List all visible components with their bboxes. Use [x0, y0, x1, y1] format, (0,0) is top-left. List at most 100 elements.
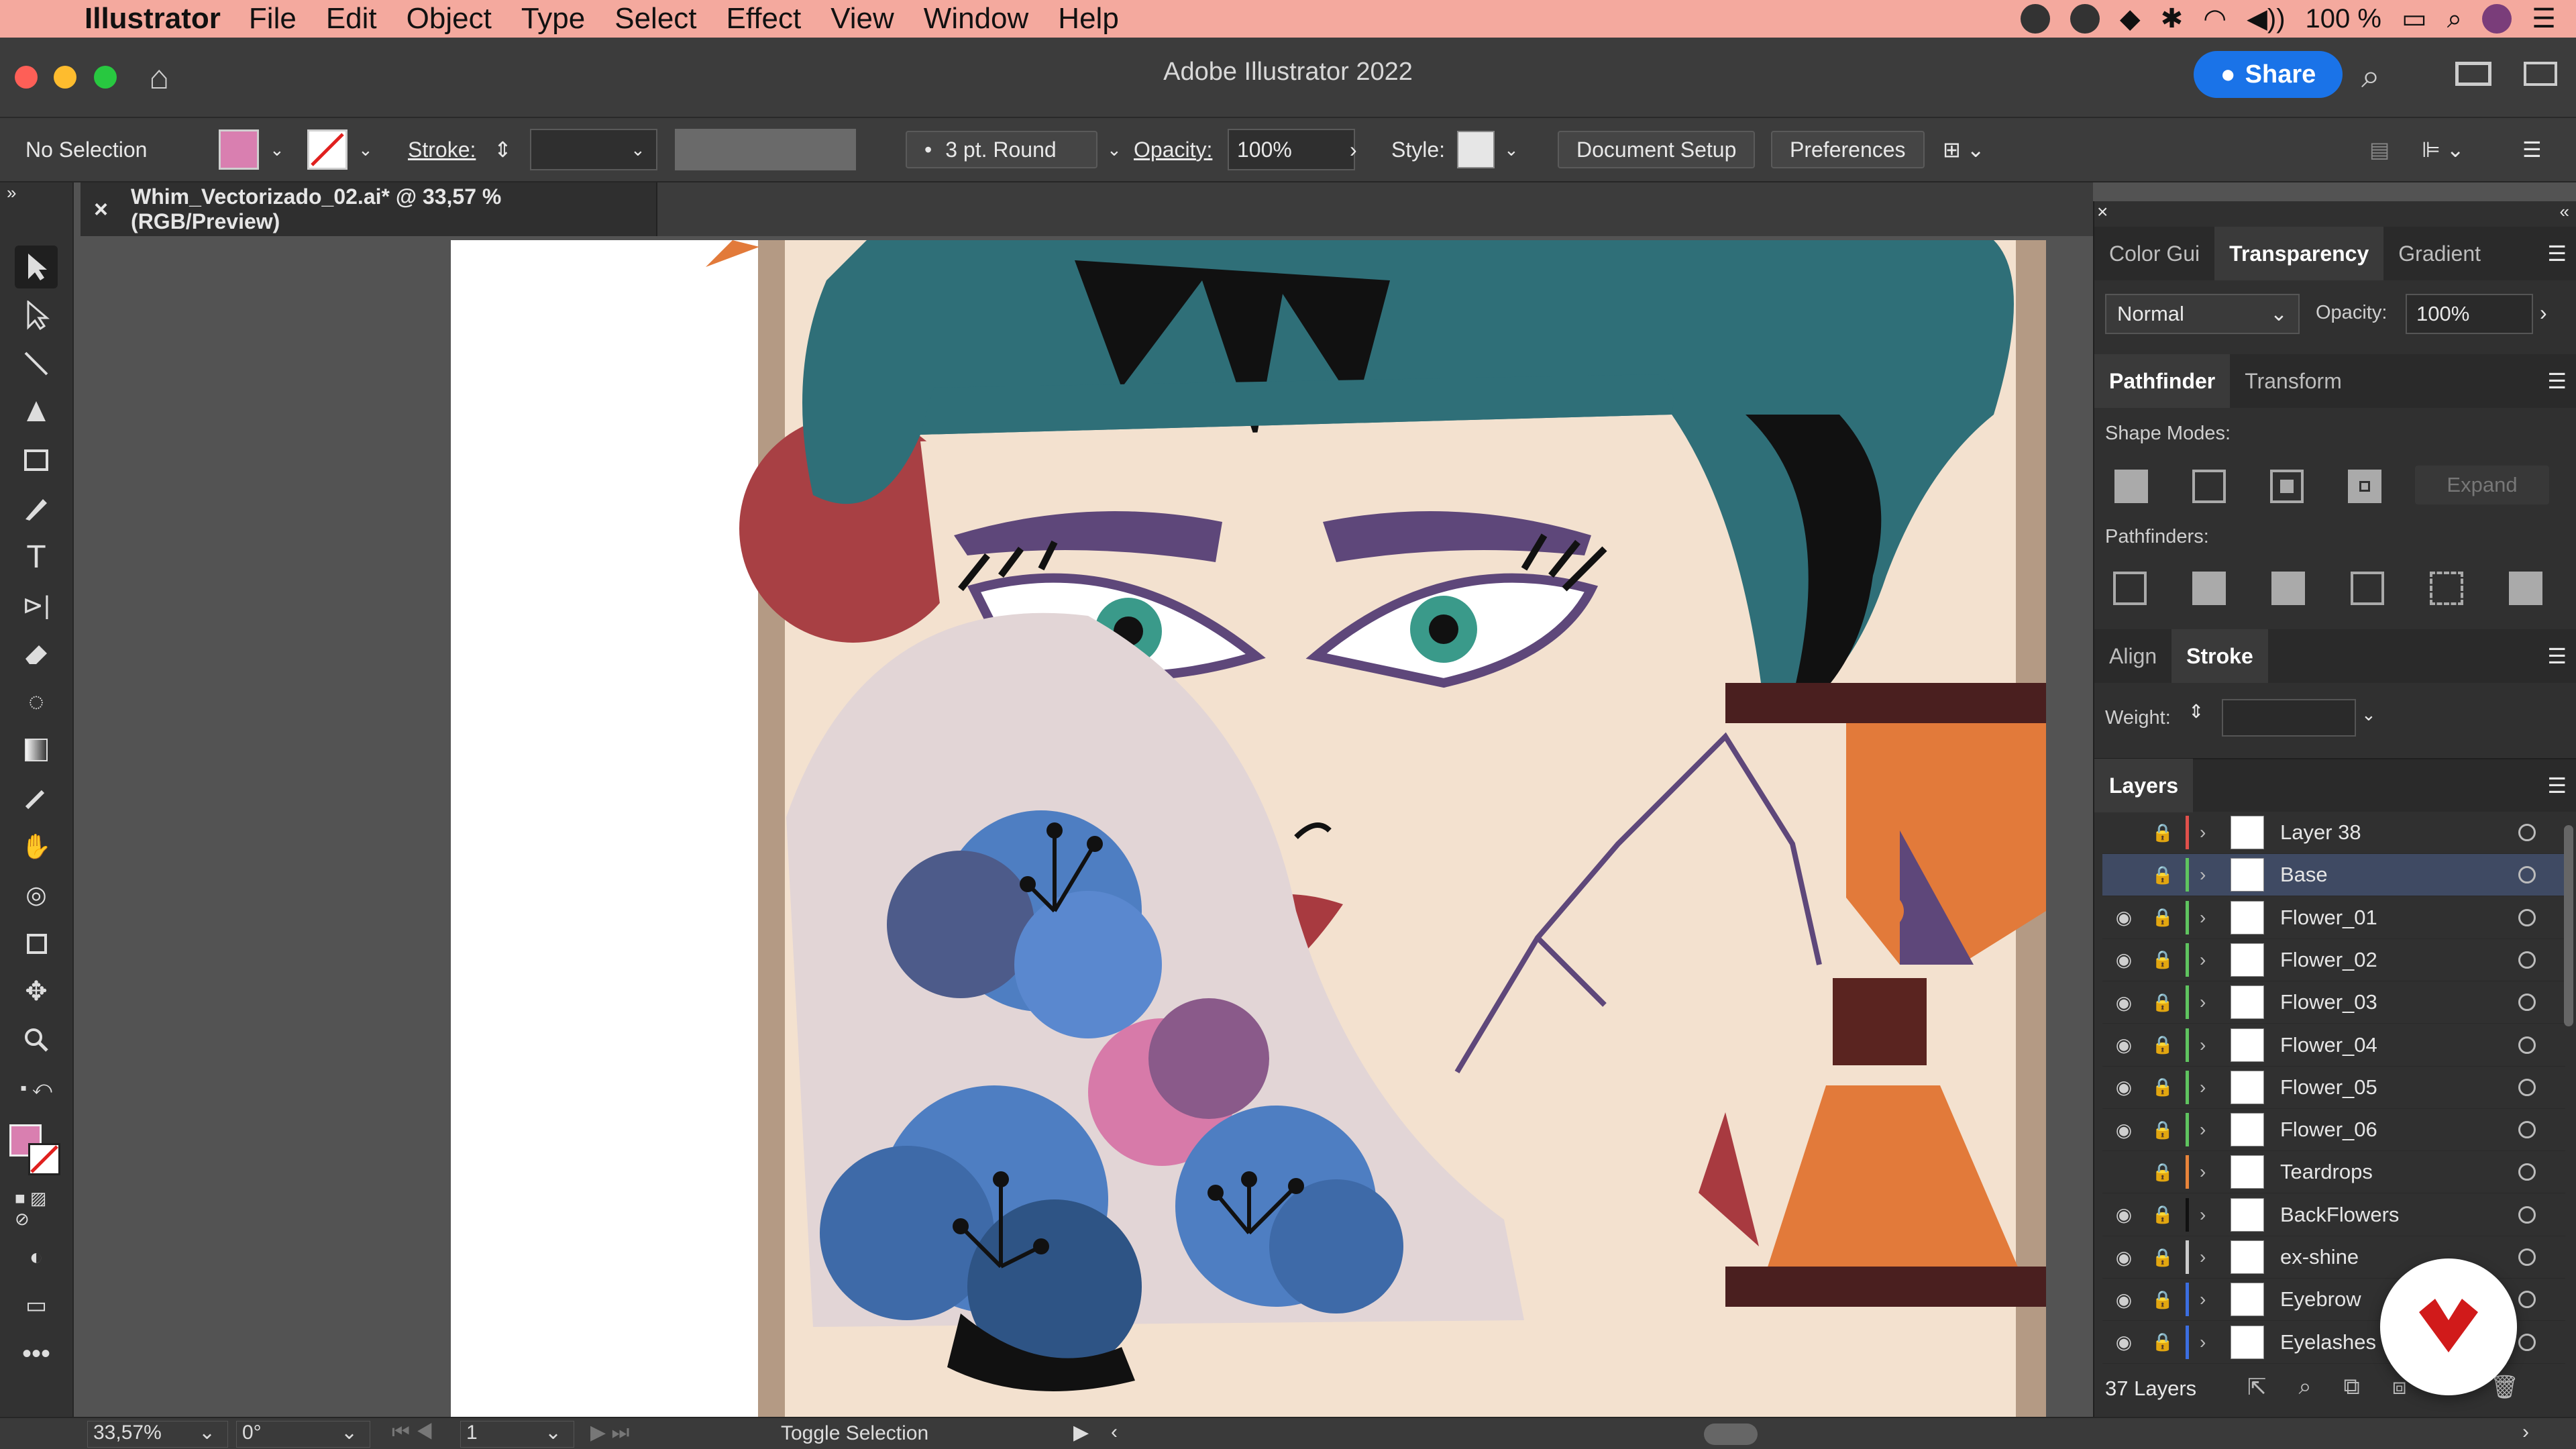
expand-layer-chevron-icon[interactable]: › [2200, 949, 2220, 971]
close-tab-icon[interactable]: × [94, 195, 108, 223]
artwork-illustration[interactable] [451, 240, 2046, 1418]
visibility-eye-icon[interactable]: ◉ [2110, 949, 2137, 971]
draw-mode-icon[interactable]: ◐ [15, 1236, 58, 1279]
wifi-icon[interactable]: ◠ [2203, 3, 2226, 34]
trim-icon[interactable] [2192, 572, 2226, 605]
crop-icon[interactable] [2351, 572, 2384, 605]
volume-icon[interactable]: ◀)) [2247, 3, 2285, 34]
weight-chevron-icon[interactable]: ⌄ [2361, 704, 2376, 725]
layer-name[interactable]: Flower_04 [2280, 1033, 2455, 1057]
menu-file[interactable]: File [249, 2, 297, 36]
selection-tool-icon[interactable] [15, 246, 58, 288]
layer-target-icon[interactable] [2518, 866, 2536, 884]
default-colors-icon[interactable]: ▪ ⤺ [15, 1067, 58, 1110]
spotlight-icon[interactable]: ⌕ [2447, 4, 2462, 34]
merge-icon[interactable] [2271, 572, 2305, 605]
screen-mode-icon[interactable]: ▭ [15, 1284, 58, 1327]
layer-target-icon[interactable] [2518, 1205, 2536, 1224]
fill-swatch[interactable] [219, 129, 259, 170]
control-menu-icon[interactable]: ☰ [2522, 129, 2542, 170]
stroke-dropdown-chevron-icon[interactable]: ⌄ [358, 140, 373, 160]
expand-layer-chevron-icon[interactable]: › [2200, 864, 2220, 885]
expand-layer-chevron-icon[interactable]: › [2200, 1289, 2220, 1310]
exclude-icon[interactable] [2348, 470, 2381, 503]
pen-tool-icon[interactable] [15, 390, 58, 433]
locate-object-icon[interactable]: ⌕ [2299, 1374, 2312, 1401]
expand-layer-chevron-icon[interactable]: › [2200, 1034, 2220, 1056]
make-clipping-mask-icon[interactable]: ⧉ [2344, 1374, 2360, 1401]
opacity-arrow-icon[interactable]: › [1350, 129, 1357, 170]
variable-width-profile[interactable] [675, 129, 856, 170]
tab-align[interactable]: Align [2094, 629, 2171, 683]
unite-icon[interactable] [2114, 470, 2148, 503]
distribute-icon[interactable]: ⊫ ⌄ [2422, 129, 2465, 170]
lock-icon[interactable]: 🔒 [2149, 1162, 2176, 1183]
tab-stroke[interactable]: Stroke [2171, 629, 2268, 683]
layer-name[interactable]: Flower_06 [2280, 1118, 2455, 1142]
layer-row[interactable]: 🔒 › Base [2102, 854, 2565, 897]
intersect-icon[interactable] [2270, 470, 2304, 503]
layer-target-icon[interactable] [2518, 1121, 2536, 1139]
collapse-panel-icon[interactable]: « [2560, 201, 2569, 222]
panel-menu-icon[interactable]: ☰ [2547, 241, 2567, 266]
tab-transparency[interactable]: Transparency [2214, 227, 2384, 280]
layer-row[interactable]: ◉ 🔒 › Flower_02 [2102, 939, 2565, 981]
expand-layer-chevron-icon[interactable]: › [2200, 822, 2220, 843]
color-mode-icons[interactable]: ■ ▨ ⊘ [15, 1187, 58, 1230]
layer-target-icon[interactable] [2518, 994, 2536, 1012]
expand-layer-chevron-icon[interactable]: › [2200, 1332, 2220, 1353]
battery-icon[interactable]: ▭ [2402, 3, 2427, 34]
lasso-tool-icon[interactable]: ◌ [15, 680, 58, 723]
expand-layer-chevron-icon[interactable]: › [2200, 907, 2220, 928]
layer-row[interactable]: ◉ 🔒 › BackFlowers [2102, 1194, 2565, 1236]
layer-row[interactable]: ◉ 🔒 › Flower_04 [2102, 1024, 2565, 1067]
layer-name[interactable]: Flower_02 [2280, 948, 2455, 972]
minus-front-icon[interactable] [2192, 470, 2226, 503]
preferences-button[interactable]: Preferences [1771, 131, 1925, 168]
lock-icon[interactable]: 🔒 [2149, 1077, 2176, 1097]
scroll-left-icon[interactable]: ‹ [1111, 1421, 1118, 1444]
layer-target-icon[interactable] [2518, 1036, 2536, 1054]
menu-window[interactable]: Window [924, 2, 1029, 36]
layers-menu-icon[interactable]: ☰ [2547, 773, 2567, 798]
eraser-tool-icon[interactable] [15, 632, 58, 675]
document-setup-button[interactable]: Document Setup [1558, 131, 1756, 168]
hand-tool-icon[interactable]: ✥ [15, 970, 58, 1013]
expand-layer-chevron-icon[interactable]: › [2200, 1246, 2220, 1268]
zoom-tool-icon[interactable] [15, 1018, 58, 1061]
visibility-eye-icon[interactable]: ◉ [2110, 1034, 2137, 1056]
lock-icon[interactable]: 🔒 [2149, 1034, 2176, 1055]
rectangle-tool-icon[interactable] [15, 439, 58, 482]
horizontal-scrollbar[interactable] [1704, 1424, 1758, 1445]
panel-opacity-field[interactable]: 100% [2406, 294, 2533, 334]
visibility-eye-icon[interactable]: ◉ [2110, 1119, 2137, 1141]
direct-selection-tool-icon[interactable] [15, 294, 58, 337]
expand-layer-chevron-icon[interactable]: › [2200, 1077, 2220, 1098]
line-tool-icon[interactable] [15, 342, 58, 385]
brush-chevron-icon[interactable]: ⌄ [1107, 140, 1122, 160]
menu-view[interactable]: View [830, 2, 894, 36]
layer-target-icon[interactable] [2518, 1291, 2536, 1309]
stroke-swatch[interactable] [307, 129, 347, 170]
artboard-chevron-icon[interactable]: ⌄ [545, 1421, 561, 1444]
layer-row[interactable]: 🔒 › Layer 38 [2102, 812, 2565, 854]
visibility-eye-icon[interactable]: ◉ [2110, 1203, 2137, 1226]
stroke-stepper[interactable]: ⇕ [494, 129, 512, 170]
expand-layer-chevron-icon[interactable]: › [2200, 1161, 2220, 1183]
expand-button[interactable]: Expand [2415, 466, 2549, 504]
layer-row[interactable]: 🔒 › Teardrops [2102, 1151, 2565, 1194]
pathfinder-menu-icon[interactable]: ☰ [2547, 368, 2567, 394]
visibility-eye-icon[interactable]: ◉ [2110, 1289, 2137, 1311]
layer-target-icon[interactable] [2518, 1248, 2536, 1266]
layer-name[interactable]: Flower_03 [2280, 990, 2455, 1014]
paintbrush-tool-icon[interactable] [15, 487, 58, 530]
rotation-chevron-icon[interactable]: ⌄ [341, 1421, 358, 1444]
layer-row[interactable]: ◉ 🔒 › Flower_01 [2102, 897, 2565, 939]
lock-icon[interactable]: 🔒 [2149, 1247, 2176, 1268]
layer-target-icon[interactable] [2518, 1078, 2536, 1096]
lock-icon[interactable]: 🔒 [2149, 949, 2176, 970]
outline-icon[interactable] [2430, 572, 2463, 605]
layer-name[interactable]: Flower_01 [2280, 906, 2455, 930]
artboard[interactable] [451, 240, 2046, 1418]
lock-icon[interactable]: 🔒 [2149, 992, 2176, 1013]
